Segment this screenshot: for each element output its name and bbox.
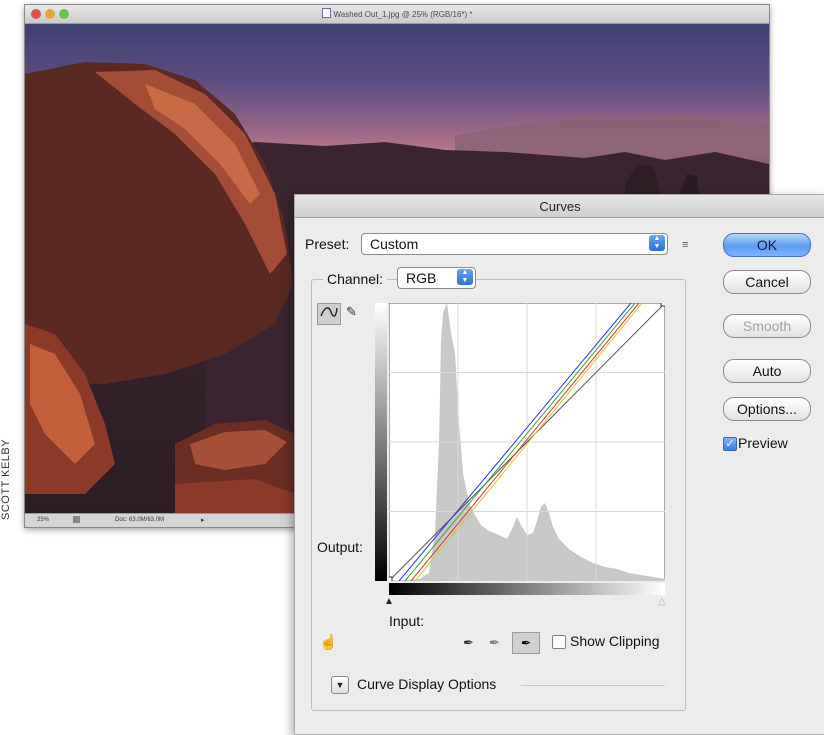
eyedropper-gray-icon[interactable]: ✒ <box>489 635 500 651</box>
preview-label: Preview <box>738 435 788 451</box>
popup-arrows-icon: ▲ ▼ <box>649 235 665 251</box>
channel-label: Channel: <box>323 271 388 287</box>
document-info: Doc: 63.0M/63.0M <box>115 517 165 523</box>
curve-display-options-label: Curve Display Options <box>357 676 497 692</box>
options-button[interactable]: Options... <box>723 397 811 421</box>
pencil-icon[interactable]: ✎ <box>346 304 357 320</box>
channel-select[interactable]: RGB ▲ ▼ <box>397 267 476 289</box>
document-title: Washed Out_1.jpg @ 25% (RGB/16*) * <box>25 8 769 19</box>
white-point-slider[interactable]: △ <box>658 596 666 607</box>
white-point-handle <box>660 303 665 307</box>
curves-dialog: Curves Preset: Custom ▲ ▼ ≡ Channel: RGB … <box>294 194 824 735</box>
channel-value: RGB <box>406 270 437 286</box>
status-menu-arrow-icon[interactable]: ▸ <box>201 516 205 524</box>
curves-graph[interactable] <box>389 303 665 581</box>
cancel-button[interactable]: Cancel <box>723 270 811 294</box>
eyedropper-black-icon[interactable]: ✒ <box>463 635 474 651</box>
status-icon[interactable] <box>73 516 80 523</box>
output-gradient-bar <box>375 303 387 581</box>
white-eyedropper-button[interactable]: ✒ <box>512 632 540 654</box>
checkmark-icon: ✓ <box>725 438 735 450</box>
input-gradient-bar <box>389 583 665 595</box>
black-point-slider[interactable]: ▲ <box>384 596 394 607</box>
on-image-adjust-icon[interactable]: ☝ <box>319 633 338 651</box>
input-label: Input: <box>389 613 425 629</box>
popup-arrows-icon: ▲ ▼ <box>457 269 473 285</box>
show-clipping-checkbox[interactable] <box>552 635 566 649</box>
file-icon <box>321 8 331 18</box>
preset-options-menu-icon[interactable]: ≡ <box>682 239 688 251</box>
section-divider <box>521 685 665 686</box>
curve-wave-icon <box>320 307 338 317</box>
preview-checkbox[interactable]: ✓ <box>723 437 737 451</box>
dialog-titlebar[interactable]: Curves <box>295 195 824 218</box>
curve-edit-points-button[interactable] <box>317 303 341 325</box>
photo-credit: SCOTT KELBY <box>0 438 12 520</box>
ok-button[interactable]: OK <box>723 233 811 257</box>
disclosure-triangle-icon: ▼ <box>335 680 345 690</box>
document-titlebar: Washed Out_1.jpg @ 25% (RGB/16*) * <box>25 5 769 24</box>
show-clipping-label: Show Clipping <box>570 633 660 649</box>
dialog-title: Curves <box>539 199 581 214</box>
preset-value: Custom <box>370 236 419 252</box>
preset-label: Preset: <box>305 236 350 252</box>
output-label: Output: <box>317 539 363 555</box>
smooth-button[interactable]: Smooth <box>723 314 811 338</box>
auto-button[interactable]: Auto <box>723 359 811 383</box>
eyedropper-white-icon: ✒ <box>520 636 532 650</box>
curve-display-options-toggle[interactable]: ▼ <box>331 676 349 694</box>
black-point-handle <box>389 576 393 581</box>
zoom-field[interactable]: 25% <box>37 517 49 523</box>
preset-select[interactable]: Custom ▲ ▼ <box>361 233 668 255</box>
